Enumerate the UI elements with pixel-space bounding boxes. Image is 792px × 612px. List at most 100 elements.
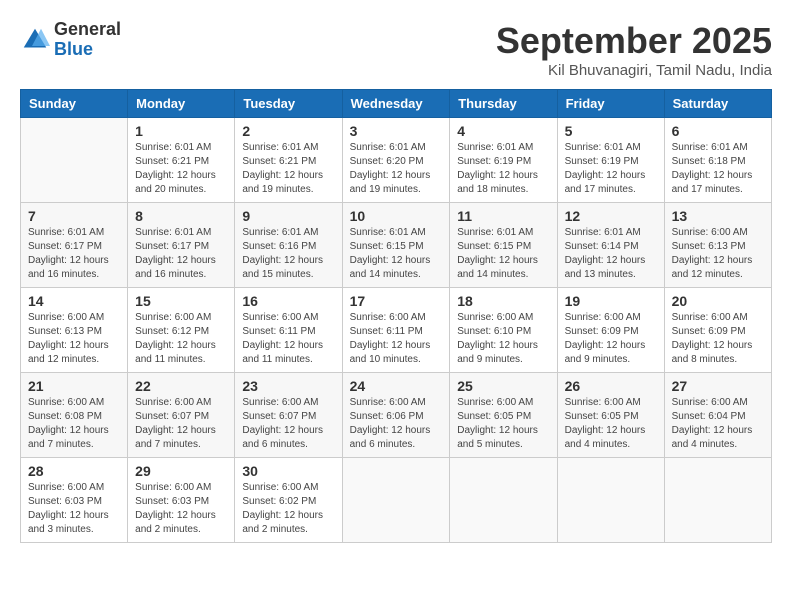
calendar-week-row: 1 Sunrise: 6:01 AM Sunset: 6:21 PM Daylig… <box>21 118 772 203</box>
day-number: 6 <box>672 123 764 139</box>
day-info: Sunrise: 6:01 AM Sunset: 6:20 PM Dayligh… <box>350 141 443 197</box>
calendar-cell: 30 Sunrise: 6:00 AM Sunset: 6:02 PM Dayli… <box>235 458 342 543</box>
calendar-cell: 3Sunrise: 6:01 AM Sunset: 6:20 PM Daylig… <box>342 118 450 203</box>
day-info: Sunrise: 6:01 AM Sunset: 6:18 PM Dayligh… <box>672 141 764 197</box>
calendar-cell: 11 Sunrise: 6:01 AM Sunset: 6:15 PM Dayli… <box>450 203 557 288</box>
day-info: Sunrise: 6:00 AM Sunset: 6:10 PM Dayligh… <box>457 311 549 367</box>
day-number: 22 <box>135 378 227 394</box>
title-block: September 2025 Kil Bhuvanagiri, Tamil Na… <box>496 20 772 79</box>
day-number: 7 <box>28 208 120 224</box>
day-info: Sunrise: 6:00 AM Sunset: 6:12 PM Dayligh… <box>135 311 227 367</box>
calendar-cell: 13 Sunrise: 6:00 AM Sunset: 6:13 PM Dayli… <box>664 203 771 288</box>
calendar-cell <box>342 458 450 543</box>
day-number: 14 <box>28 293 120 309</box>
day-info: Sunrise: 6:01 AM Sunset: 6:21 PM Dayligh… <box>135 141 227 197</box>
day-info: Sunrise: 6:00 AM Sunset: 6:02 PM Dayligh… <box>242 481 334 537</box>
calendar-cell: 29Sunrise: 6:00 AM Sunset: 6:03 PM Dayli… <box>128 458 235 543</box>
calendar-cell: 28Sunrise: 6:00 AM Sunset: 6:03 PM Dayli… <box>21 458 128 543</box>
day-number: 21 <box>28 378 120 394</box>
day-info: Sunrise: 6:00 AM Sunset: 6:05 PM Dayligh… <box>457 396 549 452</box>
calendar-cell <box>557 458 664 543</box>
day-number: 15 <box>135 293 227 309</box>
location-subtitle: Kil Bhuvanagiri, Tamil Nadu, India <box>496 62 772 79</box>
day-info: Sunrise: 6:00 AM Sunset: 6:08 PM Dayligh… <box>28 396 120 452</box>
page-header: General Blue September 2025 Kil Bhuvanag… <box>20 20 772 79</box>
day-info: Sunrise: 6:00 AM Sunset: 6:07 PM Dayligh… <box>135 396 227 452</box>
day-number: 13 <box>672 208 764 224</box>
day-info: Sunrise: 6:01 AM Sunset: 6:17 PM Dayligh… <box>28 226 120 282</box>
logo: General Blue <box>20 20 121 60</box>
calendar-cell: 21 Sunrise: 6:00 AM Sunset: 6:08 PM Dayli… <box>21 373 128 458</box>
calendar-cell: 9 Sunrise: 6:01 AM Sunset: 6:16 PM Daylig… <box>235 203 342 288</box>
day-info: Sunrise: 6:00 AM Sunset: 6:13 PM Dayligh… <box>672 226 764 282</box>
calendar-cell: 15 Sunrise: 6:00 AM Sunset: 6:12 PM Dayli… <box>128 288 235 373</box>
calendar-cell: 6 Sunrise: 6:01 AM Sunset: 6:18 PM Daylig… <box>664 118 771 203</box>
day-of-week-header: Tuesday <box>235 90 342 118</box>
day-number: 26 <box>565 378 657 394</box>
day-info: Sunrise: 6:00 AM Sunset: 6:11 PM Dayligh… <box>350 311 443 367</box>
day-of-week-header: Sunday <box>21 90 128 118</box>
day-info: Sunrise: 6:00 AM Sunset: 6:03 PM Dayligh… <box>135 481 227 537</box>
calendar-cell: 2Sunrise: 6:01 AM Sunset: 6:21 PM Daylig… <box>235 118 342 203</box>
calendar-cell <box>450 458 557 543</box>
day-of-week-header: Thursday <box>450 90 557 118</box>
calendar-cell <box>664 458 771 543</box>
day-info: Sunrise: 6:01 AM Sunset: 6:16 PM Dayligh… <box>242 226 334 282</box>
calendar-cell: 8Sunrise: 6:01 AM Sunset: 6:17 PM Daylig… <box>128 203 235 288</box>
day-number: 8 <box>135 208 227 224</box>
day-info: Sunrise: 6:00 AM Sunset: 6:09 PM Dayligh… <box>672 311 764 367</box>
day-number: 27 <box>672 378 764 394</box>
day-number: 18 <box>457 293 549 309</box>
day-info: Sunrise: 6:00 AM Sunset: 6:13 PM Dayligh… <box>28 311 120 367</box>
calendar-cell: 5Sunrise: 6:01 AM Sunset: 6:19 PM Daylig… <box>557 118 664 203</box>
calendar-cell: 1 Sunrise: 6:01 AM Sunset: 6:21 PM Daylig… <box>128 118 235 203</box>
logo-text: General Blue <box>54 20 121 60</box>
calendar-cell: 22 Sunrise: 6:00 AM Sunset: 6:07 PM Dayli… <box>128 373 235 458</box>
day-info: Sunrise: 6:01 AM Sunset: 6:19 PM Dayligh… <box>457 141 549 197</box>
calendar-cell: 14 Sunrise: 6:00 AM Sunset: 6:13 PM Dayli… <box>21 288 128 373</box>
day-number: 30 <box>242 463 334 479</box>
day-number: 4 <box>457 123 549 139</box>
calendar-cell: 19 Sunrise: 6:00 AM Sunset: 6:09 PM Dayli… <box>557 288 664 373</box>
calendar-cell: 25 Sunrise: 6:00 AM Sunset: 6:05 PM Dayli… <box>450 373 557 458</box>
calendar-header-row: SundayMondayTuesdayWednesdayThursdayFrid… <box>21 90 772 118</box>
logo-icon <box>20 25 50 55</box>
day-number: 5 <box>565 123 657 139</box>
day-number: 9 <box>242 208 334 224</box>
day-info: Sunrise: 6:00 AM Sunset: 6:09 PM Dayligh… <box>565 311 657 367</box>
day-number: 28 <box>28 463 120 479</box>
day-number: 24 <box>350 378 443 394</box>
calendar-table: SundayMondayTuesdayWednesdayThursdayFrid… <box>20 89 772 543</box>
calendar-week-row: 14 Sunrise: 6:00 AM Sunset: 6:13 PM Dayli… <box>21 288 772 373</box>
day-of-week-header: Saturday <box>664 90 771 118</box>
calendar-cell: 26Sunrise: 6:00 AM Sunset: 6:05 PM Dayli… <box>557 373 664 458</box>
day-info: Sunrise: 6:00 AM Sunset: 6:04 PM Dayligh… <box>672 396 764 452</box>
calendar-week-row: 7 Sunrise: 6:01 AM Sunset: 6:17 PM Daylig… <box>21 203 772 288</box>
calendar-cell: 23Sunrise: 6:00 AM Sunset: 6:07 PM Dayli… <box>235 373 342 458</box>
calendar-cell <box>21 118 128 203</box>
calendar-cell: 4 Sunrise: 6:01 AM Sunset: 6:19 PM Daylig… <box>450 118 557 203</box>
calendar-week-row: 21 Sunrise: 6:00 AM Sunset: 6:08 PM Dayli… <box>21 373 772 458</box>
day-info: Sunrise: 6:00 AM Sunset: 6:11 PM Dayligh… <box>242 311 334 367</box>
day-number: 23 <box>242 378 334 394</box>
day-info: Sunrise: 6:00 AM Sunset: 6:06 PM Dayligh… <box>350 396 443 452</box>
day-info: Sunrise: 6:01 AM Sunset: 6:15 PM Dayligh… <box>350 226 443 282</box>
day-number: 17 <box>350 293 443 309</box>
day-number: 25 <box>457 378 549 394</box>
day-number: 10 <box>350 208 443 224</box>
month-title: September 2025 <box>496 20 772 62</box>
day-number: 1 <box>135 123 227 139</box>
calendar-cell: 16 Sunrise: 6:00 AM Sunset: 6:11 PM Dayli… <box>235 288 342 373</box>
calendar-cell: 27 Sunrise: 6:00 AM Sunset: 6:04 PM Dayli… <box>664 373 771 458</box>
calendar-cell: 24 Sunrise: 6:00 AM Sunset: 6:06 PM Dayli… <box>342 373 450 458</box>
calendar-cell: 10 Sunrise: 6:01 AM Sunset: 6:15 PM Dayli… <box>342 203 450 288</box>
calendar-cell: 18 Sunrise: 6:00 AM Sunset: 6:10 PM Dayli… <box>450 288 557 373</box>
day-number: 20 <box>672 293 764 309</box>
day-of-week-header: Friday <box>557 90 664 118</box>
day-number: 19 <box>565 293 657 309</box>
day-number: 16 <box>242 293 334 309</box>
day-info: Sunrise: 6:01 AM Sunset: 6:15 PM Dayligh… <box>457 226 549 282</box>
day-number: 11 <box>457 208 549 224</box>
calendar-cell: 20 Sunrise: 6:00 AM Sunset: 6:09 PM Dayli… <box>664 288 771 373</box>
calendar-cell: 7 Sunrise: 6:01 AM Sunset: 6:17 PM Daylig… <box>21 203 128 288</box>
